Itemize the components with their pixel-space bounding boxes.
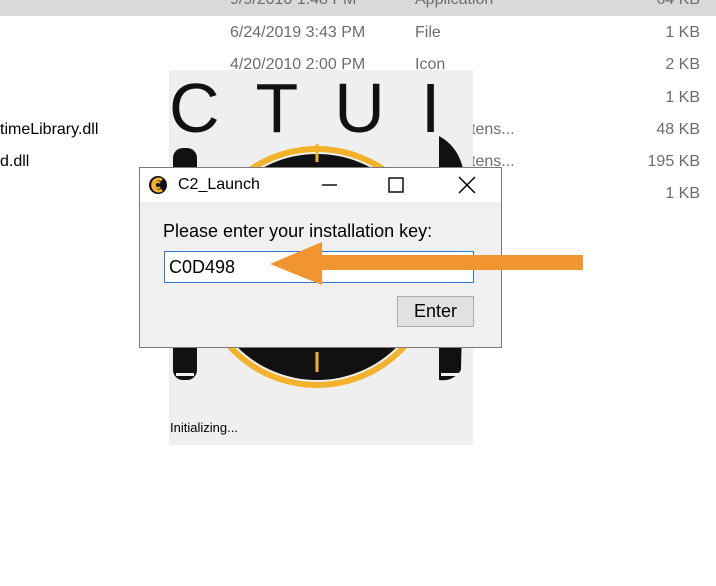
file-date: 6/24/2019 3:43 PM — [230, 24, 366, 41]
file-name: d.dll — [0, 153, 30, 170]
file-type: File — [415, 24, 441, 41]
enter-button[interactable]: Enter — [397, 296, 474, 327]
file-size: 1 KB — [665, 89, 700, 106]
minimize-icon — [322, 184, 337, 186]
file-name: timeLibrary.dll — [0, 121, 99, 138]
file-size: 1 KB — [665, 185, 700, 202]
maximize-button[interactable] — [373, 168, 419, 202]
install-key-input[interactable] — [164, 251, 474, 283]
file-date: 9/9/2010 1:48 PM — [230, 0, 356, 9]
splash-status-text: Initializing... — [170, 420, 238, 435]
dialog-titlebar[interactable]: C2_Launch — [140, 168, 501, 202]
app-icon — [149, 176, 167, 194]
close-icon — [458, 176, 476, 194]
file-size: 64 KB — [656, 0, 700, 9]
file-row[interactable]: 9/9/2010 1:48 PM Application 64 KB — [0, 0, 716, 16]
file-size: 1 KB — [665, 24, 700, 41]
file-row[interactable]: 6/24/2019 3:43 PM File 1 KB — [0, 17, 716, 49]
close-button[interactable] — [444, 168, 490, 202]
file-type: Application — [415, 0, 493, 9]
dialog-title: C2_Launch — [178, 176, 260, 193]
file-size: 48 KB — [656, 121, 700, 138]
file-size: 2 KB — [665, 56, 700, 73]
splash-logo-text: CTUIT — [169, 70, 473, 147]
file-size: 195 KB — [647, 153, 700, 170]
minimize-button[interactable] — [306, 168, 352, 202]
maximize-icon — [388, 177, 404, 193]
install-key-dialog: C2_Launch Please enter your installation… — [139, 167, 502, 348]
install-key-prompt: Please enter your installation key: — [163, 221, 433, 241]
